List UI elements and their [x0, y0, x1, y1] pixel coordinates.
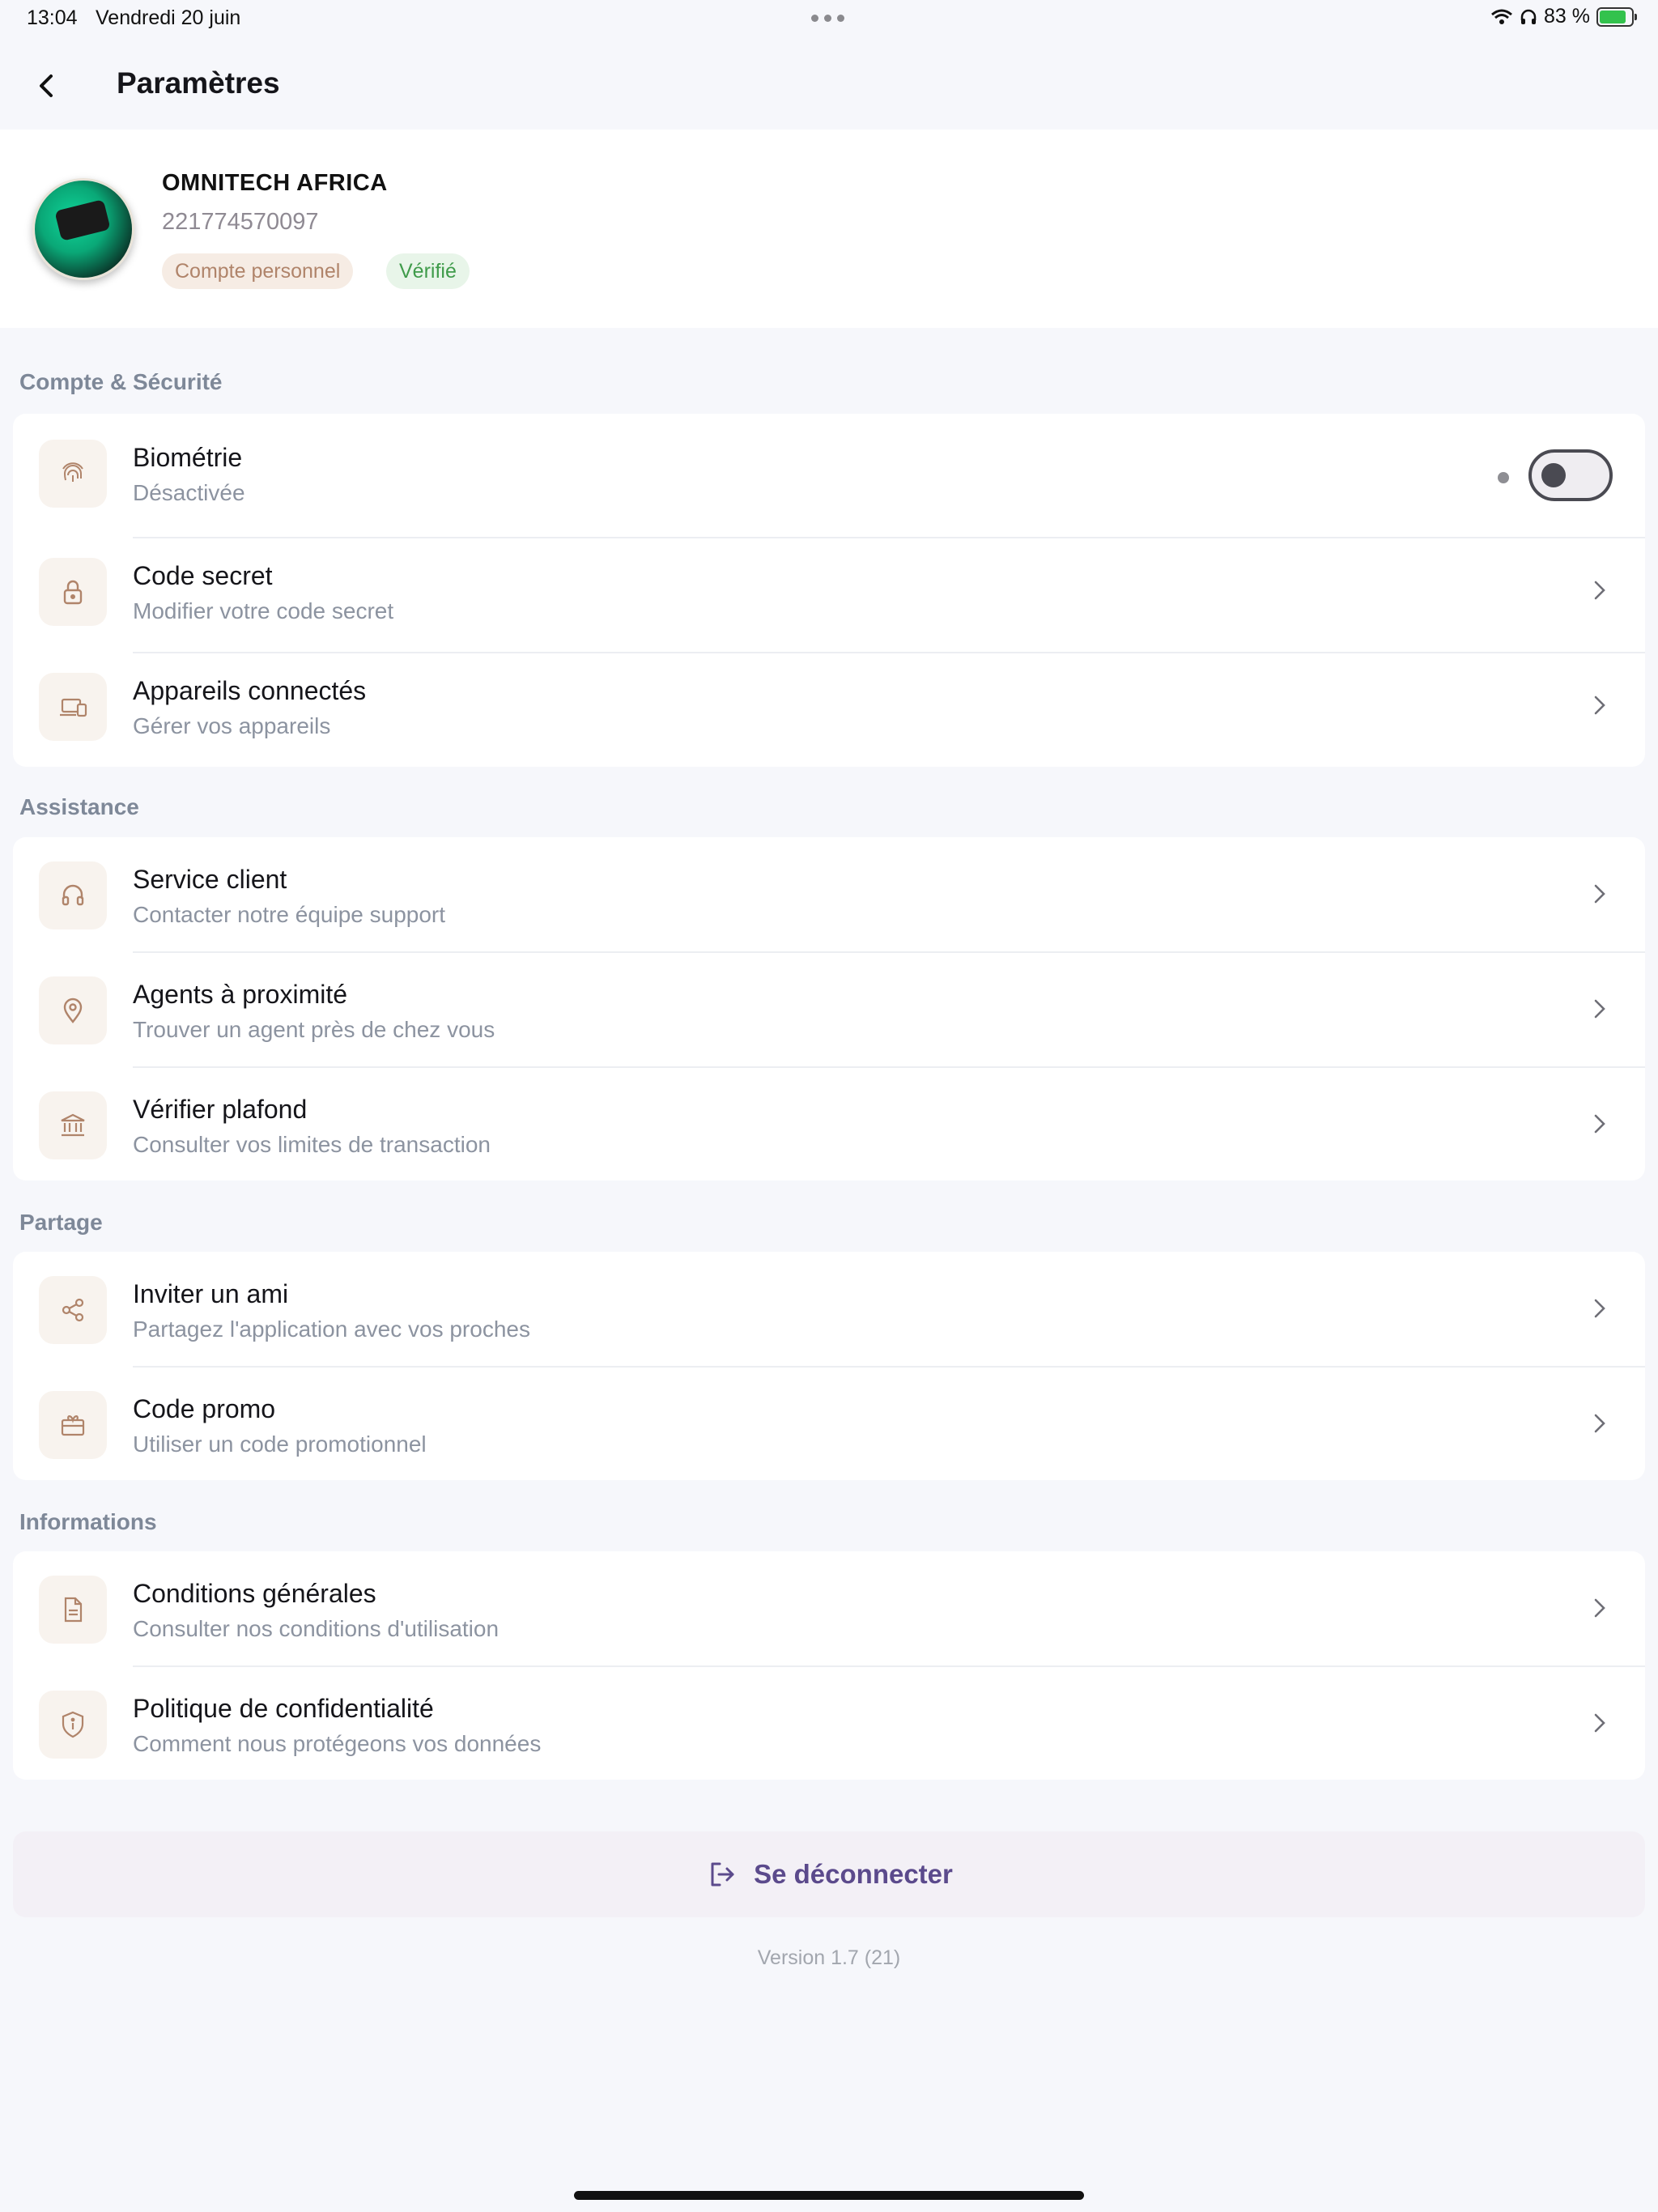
devices-sub: Gérer vos appareils — [133, 713, 331, 738]
devices-row[interactable]: Appareils connectés Gérer vos appareils — [13, 649, 1645, 764]
chevron-right-icon — [1594, 1414, 1605, 1433]
devices-label: Appareils connectés — [133, 676, 367, 705]
biometrics-row[interactable]: Biométrie Désactivée — [13, 415, 1645, 530]
privacy-label: Politique de confidentialité — [133, 1694, 434, 1723]
bank-icon — [39, 1091, 107, 1159]
secret-code-label: Code secret — [133, 561, 273, 590]
privacy-row[interactable]: Politique de confidentialité Comment nou… — [13, 1666, 1645, 1781]
multitasking-dots-icon[interactable] — [811, 15, 844, 22]
logout-icon — [711, 1862, 734, 1887]
battery-percent: 83 % — [1544, 5, 1590, 28]
support-sub: Contacter notre équipe support — [133, 902, 446, 927]
biometrics-status: Désactivée — [133, 480, 245, 505]
document-icon — [39, 1576, 107, 1644]
chevron-right-icon — [1594, 1713, 1605, 1733]
share-icon — [39, 1276, 107, 1344]
assistance-card: Service client Contacter notre équipe su… — [13, 837, 1645, 1180]
chevron-right-icon — [1594, 1598, 1605, 1618]
status-date: Vendredi 20 juin — [96, 6, 241, 29]
sharing-card: Inviter un ami Partagez l'application av… — [13, 1252, 1645, 1480]
verified-badge: Vérifié — [386, 253, 470, 289]
chevron-right-icon — [1594, 581, 1605, 600]
account-type-badge: Compte personnel — [162, 253, 354, 289]
biometrics-label: Biométrie — [133, 443, 243, 472]
terms-row[interactable]: Conditions générales Consulter nos condi… — [13, 1551, 1645, 1666]
status-bar: 13:04 Vendredi 20 juin 83 % — [0, 0, 1658, 37]
invite-row[interactable]: Inviter un ami Partagez l'application av… — [13, 1252, 1645, 1367]
wifi-icon — [1491, 9, 1512, 24]
logout-label: Se déconnecter — [754, 1859, 953, 1889]
profile-card: OMNITECH AFRICA 221774570097 Compte pers… — [0, 130, 1658, 328]
map-pin-icon — [39, 976, 107, 1044]
chevron-right-icon — [1594, 1114, 1605, 1134]
header: Paramètres — [0, 49, 1658, 123]
support-label: Service client — [133, 865, 287, 894]
headphones-icon — [1520, 9, 1537, 24]
lock-icon — [39, 558, 107, 626]
promo-row[interactable]: Code promo Utiliser un code promotionnel — [13, 1367, 1645, 1482]
biometrics-toggle[interactable] — [1528, 449, 1613, 501]
agents-row[interactable]: Agents à proximité Trouver un agent près… — [13, 952, 1645, 1067]
invite-label: Inviter un ami — [133, 1279, 289, 1308]
profile-name: OMNITECH AFRICA — [162, 170, 388, 196]
terms-label: Conditions générales — [133, 1579, 376, 1608]
chevron-right-icon — [1594, 696, 1605, 715]
agents-label: Agents à proximité — [133, 980, 348, 1009]
section-title-info: Informations — [19, 1509, 157, 1534]
gift-icon — [39, 1391, 107, 1459]
limit-sub: Consulter vos limites de transaction — [133, 1132, 491, 1157]
terms-sub: Consulter nos conditions d'utilisation — [133, 1616, 500, 1641]
fingerprint-icon — [39, 440, 107, 508]
section-title-sharing: Partage — [19, 1210, 103, 1235]
chevron-right-icon — [1594, 999, 1605, 1019]
toggle-indicator-dot — [1498, 472, 1509, 483]
section-title-assistance: Assistance — [19, 794, 139, 819]
info-card: Conditions générales Consulter nos condi… — [13, 1551, 1645, 1780]
chevron-right-icon — [1594, 1299, 1605, 1318]
shield-info-icon — [39, 1691, 107, 1759]
security-card: Biométrie Désactivée Code secret Modifie… — [13, 414, 1645, 767]
app-version: Version 1.7 (21) — [757, 1946, 901, 1969]
promo-sub: Utiliser un code promotionnel — [133, 1431, 427, 1457]
privacy-sub: Comment nous protégeons vos données — [133, 1731, 542, 1756]
agents-sub: Trouver un agent près de chez vous — [133, 1017, 495, 1042]
page-title: Paramètres — [117, 66, 280, 100]
limit-row[interactable]: Vérifier plafond Consulter vos limites d… — [13, 1067, 1645, 1182]
chevron-left-icon[interactable] — [29, 68, 65, 104]
battery-charging-icon — [1596, 6, 1637, 27]
status-time: 13:04 — [27, 6, 78, 29]
home-indicator[interactable] — [574, 2191, 1084, 2200]
profile-phone: 221774570097 — [162, 209, 319, 235]
secret-code-row[interactable]: Code secret Modifier votre code secret — [13, 534, 1645, 649]
avatar[interactable] — [32, 178, 134, 280]
invite-sub: Partagez l'application avec vos proches — [133, 1317, 530, 1342]
promo-label: Code promo — [133, 1394, 276, 1423]
secret-code-sub: Modifier votre code secret — [133, 598, 394, 623]
chevron-right-icon — [1594, 884, 1605, 904]
logout-button[interactable]: Se déconnecter — [13, 1831, 1645, 1917]
limit-label: Vérifier plafond — [133, 1095, 308, 1124]
headset-icon — [39, 861, 107, 929]
devices-icon — [39, 673, 107, 741]
support-row[interactable]: Service client Contacter notre équipe su… — [13, 837, 1645, 952]
section-title-security: Compte & Sécurité — [19, 369, 223, 394]
